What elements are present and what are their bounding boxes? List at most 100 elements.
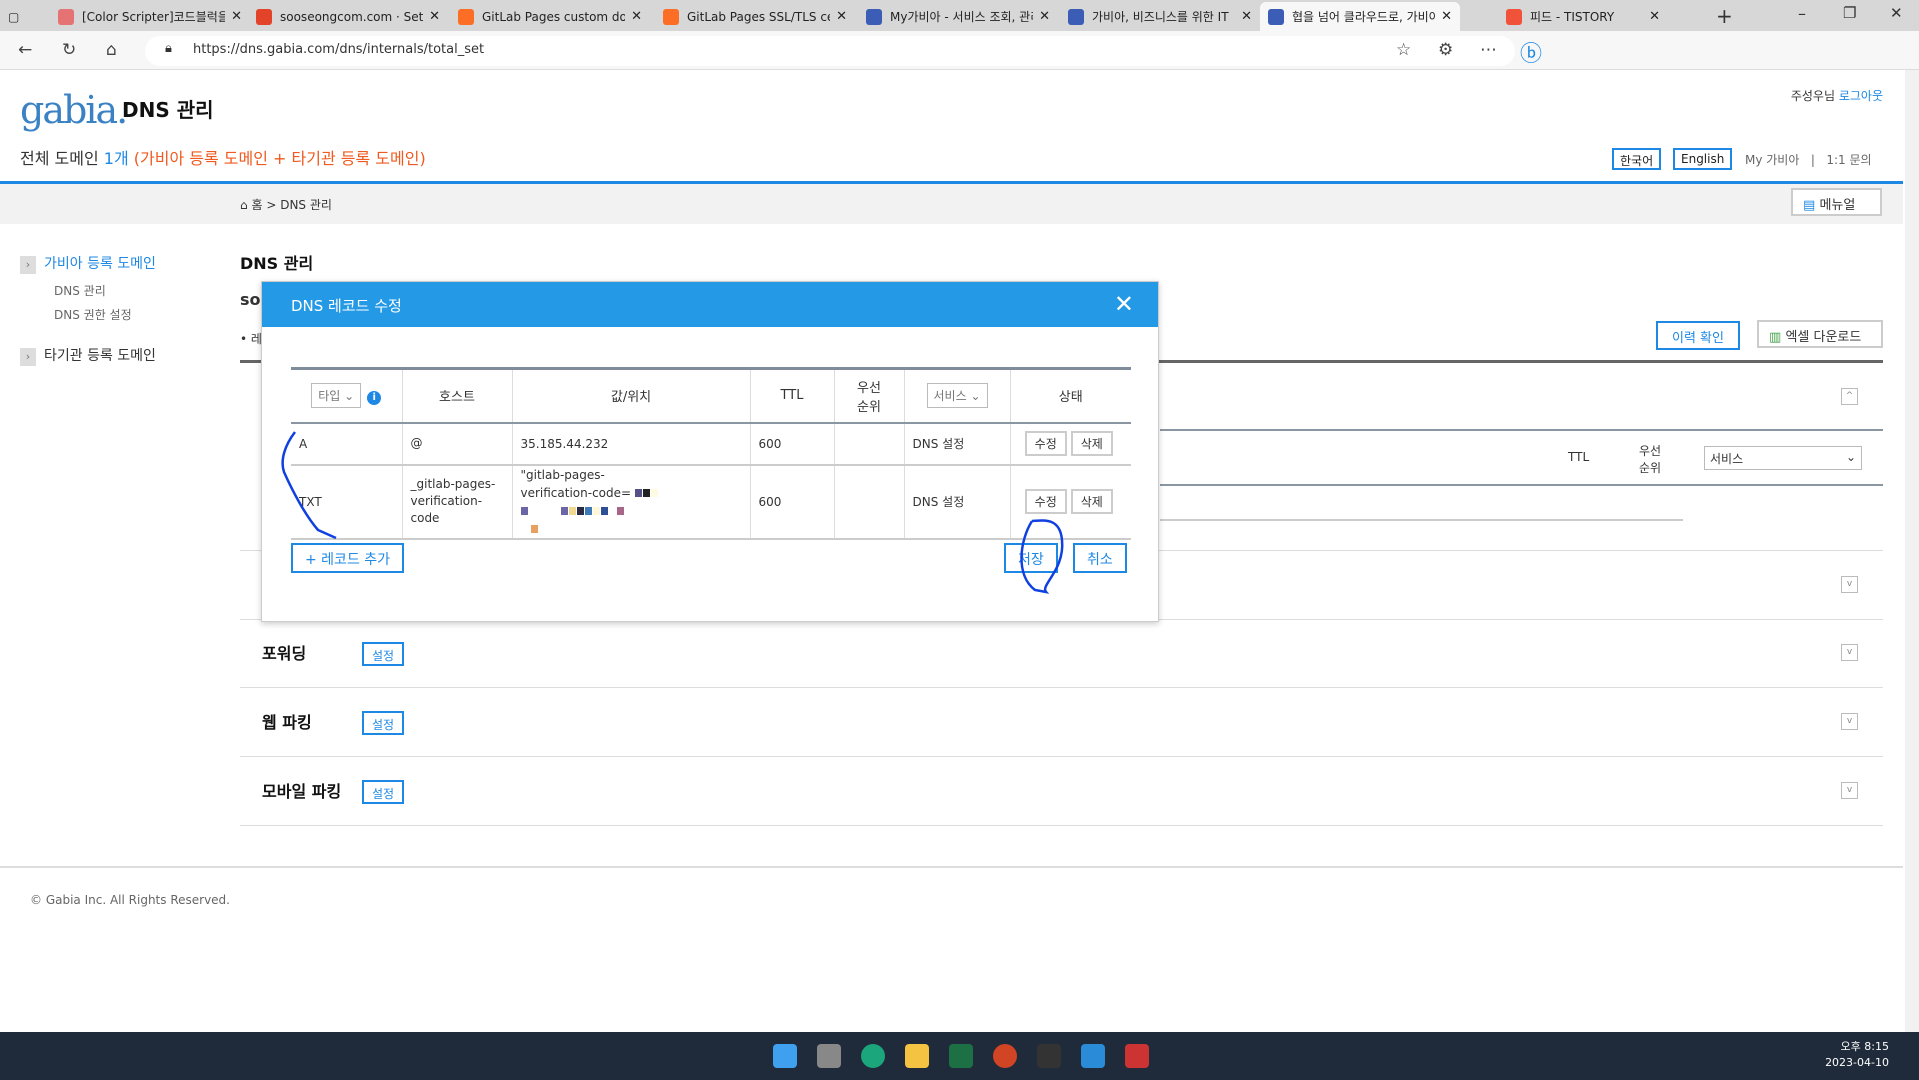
new-tab-button[interactable]: +	[1716, 4, 1733, 28]
browser-tab[interactable]: sooseongcom.com · Settings ✕	[248, 2, 448, 31]
chevron-down-icon: ⌄	[1845, 450, 1856, 464]
close-tab-icon[interactable]: ✕	[631, 9, 642, 24]
snipping-icon[interactable]	[1125, 1044, 1149, 1068]
host-header: 호스트	[401, 367, 512, 424]
close-tab-icon[interactable]: ✕	[1441, 9, 1452, 24]
lang-en-button[interactable]: English	[1673, 148, 1733, 170]
browser-tab[interactable]: 피드 - TISTORY ✕	[1498, 2, 1668, 31]
scrollbar[interactable]	[1905, 70, 1919, 1032]
bg-service-select[interactable]: 서비스 ⌄	[1704, 446, 1862, 470]
expand-icon[interactable]: v	[1841, 576, 1858, 593]
add-record-button[interactable]: + 레코드 추가	[291, 543, 405, 573]
tab-actions-button[interactable]: ▢	[0, 2, 45, 31]
minimize-button[interactable]: –	[1798, 4, 1806, 23]
record-ttl: 600	[749, 464, 834, 540]
favicon-icon	[1506, 8, 1522, 25]
home-icon[interactable]: ⌂	[240, 198, 248, 212]
expand-icon[interactable]: v	[1841, 782, 1858, 799]
url-text: https://dns.gabia.com/dns/internals/tota…	[193, 42, 485, 57]
sidebar-group-label: 타기관 등록 도메인	[44, 348, 156, 364]
section-settings-button[interactable]: 설정	[362, 711, 404, 735]
close-window-button[interactable]: ✕	[1890, 4, 1903, 22]
vscode-icon[interactable]	[1081, 1044, 1105, 1068]
browser-tab[interactable]: GitLab Pages SSL/TLS cert ✕	[655, 2, 855, 31]
bing-icon[interactable]: ⓑ	[1520, 36, 1542, 68]
favicon-icon	[1068, 8, 1084, 25]
service-filter-select[interactable]: 서비스 ⌄	[926, 383, 988, 409]
history-button[interactable]: 이력 확인	[1656, 321, 1740, 350]
sidebar-group-other[interactable]: › 타기관 등록 도메인	[20, 345, 156, 366]
breadcrumb-home[interactable]: 홈	[251, 198, 262, 212]
value-header: 값/위치	[511, 367, 750, 424]
manual-button[interactable]: ▤ 메뉴얼	[1791, 188, 1882, 216]
close-tab-icon[interactable]: ✕	[1241, 9, 1252, 24]
edit-record-button[interactable]: 수정	[1024, 431, 1067, 456]
sidebar-item-dns[interactable]: DNS 관리	[54, 282, 106, 299]
bg-service-value: 서비스	[1710, 452, 1744, 466]
inquiry-link[interactable]: 1:1 문의	[1826, 153, 1871, 167]
clock-date[interactable]: 2023-04-10	[1825, 1055, 1889, 1071]
terminal-icon[interactable]	[1037, 1044, 1061, 1068]
start-icon[interactable]	[773, 1044, 797, 1068]
bg-ttl-header: TTL	[1568, 450, 1590, 464]
user-area: 주성우님 로그아웃	[1791, 87, 1883, 104]
clock-time[interactable]: 오후 8:15	[1825, 1039, 1889, 1055]
gabia-logo[interactable]: gabia.	[20, 88, 128, 132]
browser-tab[interactable]: 가비아, 비즈니스를 위한 IT ✕	[1060, 2, 1260, 31]
type-filter-select[interactable]: 타입 ⌄	[311, 383, 362, 409]
expand-icon[interactable]: v	[1841, 644, 1858, 661]
home-icon[interactable]: ⌂	[106, 40, 117, 60]
powerpoint-icon[interactable]	[993, 1044, 1017, 1068]
collapse-icon[interactable]: ^	[1841, 388, 1858, 405]
domain-summary: 전체 도메인 1개 (가비아 등록 도메인 + 타기관 등록 도메인)	[20, 145, 426, 169]
my-gabia-link[interactable]: My 가비아	[1745, 153, 1799, 167]
close-tab-icon[interactable]: ✕	[836, 9, 847, 24]
cancel-button[interactable]: 취소	[1073, 543, 1127, 573]
info-icon[interactable]: i	[367, 391, 382, 406]
record-value: 35.185.44.232	[520, 436, 609, 451]
close-tab-icon[interactable]: ✕	[1039, 9, 1050, 24]
excel-download-button[interactable]: ▥ 엑셀 다운로드	[1757, 320, 1883, 348]
browser-tab[interactable]: GitLab Pages custom dom ✕	[450, 2, 650, 31]
more-icon[interactable]: ⋯	[1480, 40, 1497, 60]
task-view-icon[interactable]	[817, 1044, 841, 1068]
record-service: DNS 설정	[903, 464, 1010, 540]
excel-icon[interactable]	[949, 1044, 973, 1068]
refresh-icon[interactable]: ↻	[62, 40, 76, 60]
favorites-icon[interactable]: ☆	[1396, 40, 1411, 60]
favicon-icon	[663, 8, 679, 25]
file-explorer-icon[interactable]	[905, 1044, 929, 1068]
extensions-icon[interactable]: ⚙	[1438, 40, 1453, 60]
address-toolbar: ← ↻ ⌂ 🔒︎ https://dns.gabia.com/dns/intern…	[0, 31, 1919, 70]
browser-tab[interactable]: [Color Scripter]코드블럭을 ✕	[50, 2, 250, 31]
separator: |	[1810, 153, 1815, 167]
edit-record-button[interactable]: 수정	[1024, 489, 1067, 514]
tab-title: [Color Scripter]코드블럭을	[82, 10, 226, 24]
domain-count: 1개	[103, 149, 129, 168]
logout-link[interactable]: 로그아웃	[1839, 89, 1883, 103]
expand-icon[interactable]: v	[1841, 713, 1858, 730]
close-tab-icon[interactable]: ✕	[429, 9, 440, 24]
delete-record-button[interactable]: 삭제	[1070, 489, 1113, 514]
edge-icon[interactable]	[861, 1044, 885, 1068]
table-row: A @ 35.185.44.232 600 DNS 설정 수정 삭제	[291, 422, 1131, 466]
back-icon[interactable]: ←	[18, 40, 32, 60]
close-icon[interactable]: ✕	[1114, 290, 1134, 318]
sidebar-group-gabia[interactable]: › 가비아 등록 도메인	[20, 253, 156, 274]
browser-tab[interactable]: My가비아 - 서비스 조회, 관리 ✕	[858, 2, 1058, 31]
section-settings-button[interactable]: 설정	[362, 780, 404, 804]
favicon-icon	[1268, 8, 1284, 25]
save-button[interactable]: 저장	[1004, 543, 1058, 573]
delete-record-button[interactable]: 삭제	[1070, 431, 1113, 456]
section-label: 포워딩	[262, 644, 307, 663]
address-bar[interactable]: 🔒︎ https://dns.gabia.com/dns/internals/to…	[145, 36, 1515, 66]
favicon-icon	[58, 8, 74, 25]
section-settings-button[interactable]: 설정	[362, 642, 404, 666]
close-tab-icon[interactable]: ✕	[231, 9, 242, 24]
page-title: DNS 관리	[122, 98, 214, 122]
sidebar-item-dns-permission[interactable]: DNS 권한 설정	[54, 306, 132, 323]
browser-tab[interactable]: 협을 넘어 클라우드로, 가비아 ✕	[1260, 2, 1460, 31]
lang-ko-button[interactable]: 한국어	[1612, 148, 1662, 170]
restore-button[interactable]: ❐	[1843, 4, 1856, 22]
close-tab-icon[interactable]: ✕	[1649, 9, 1660, 24]
